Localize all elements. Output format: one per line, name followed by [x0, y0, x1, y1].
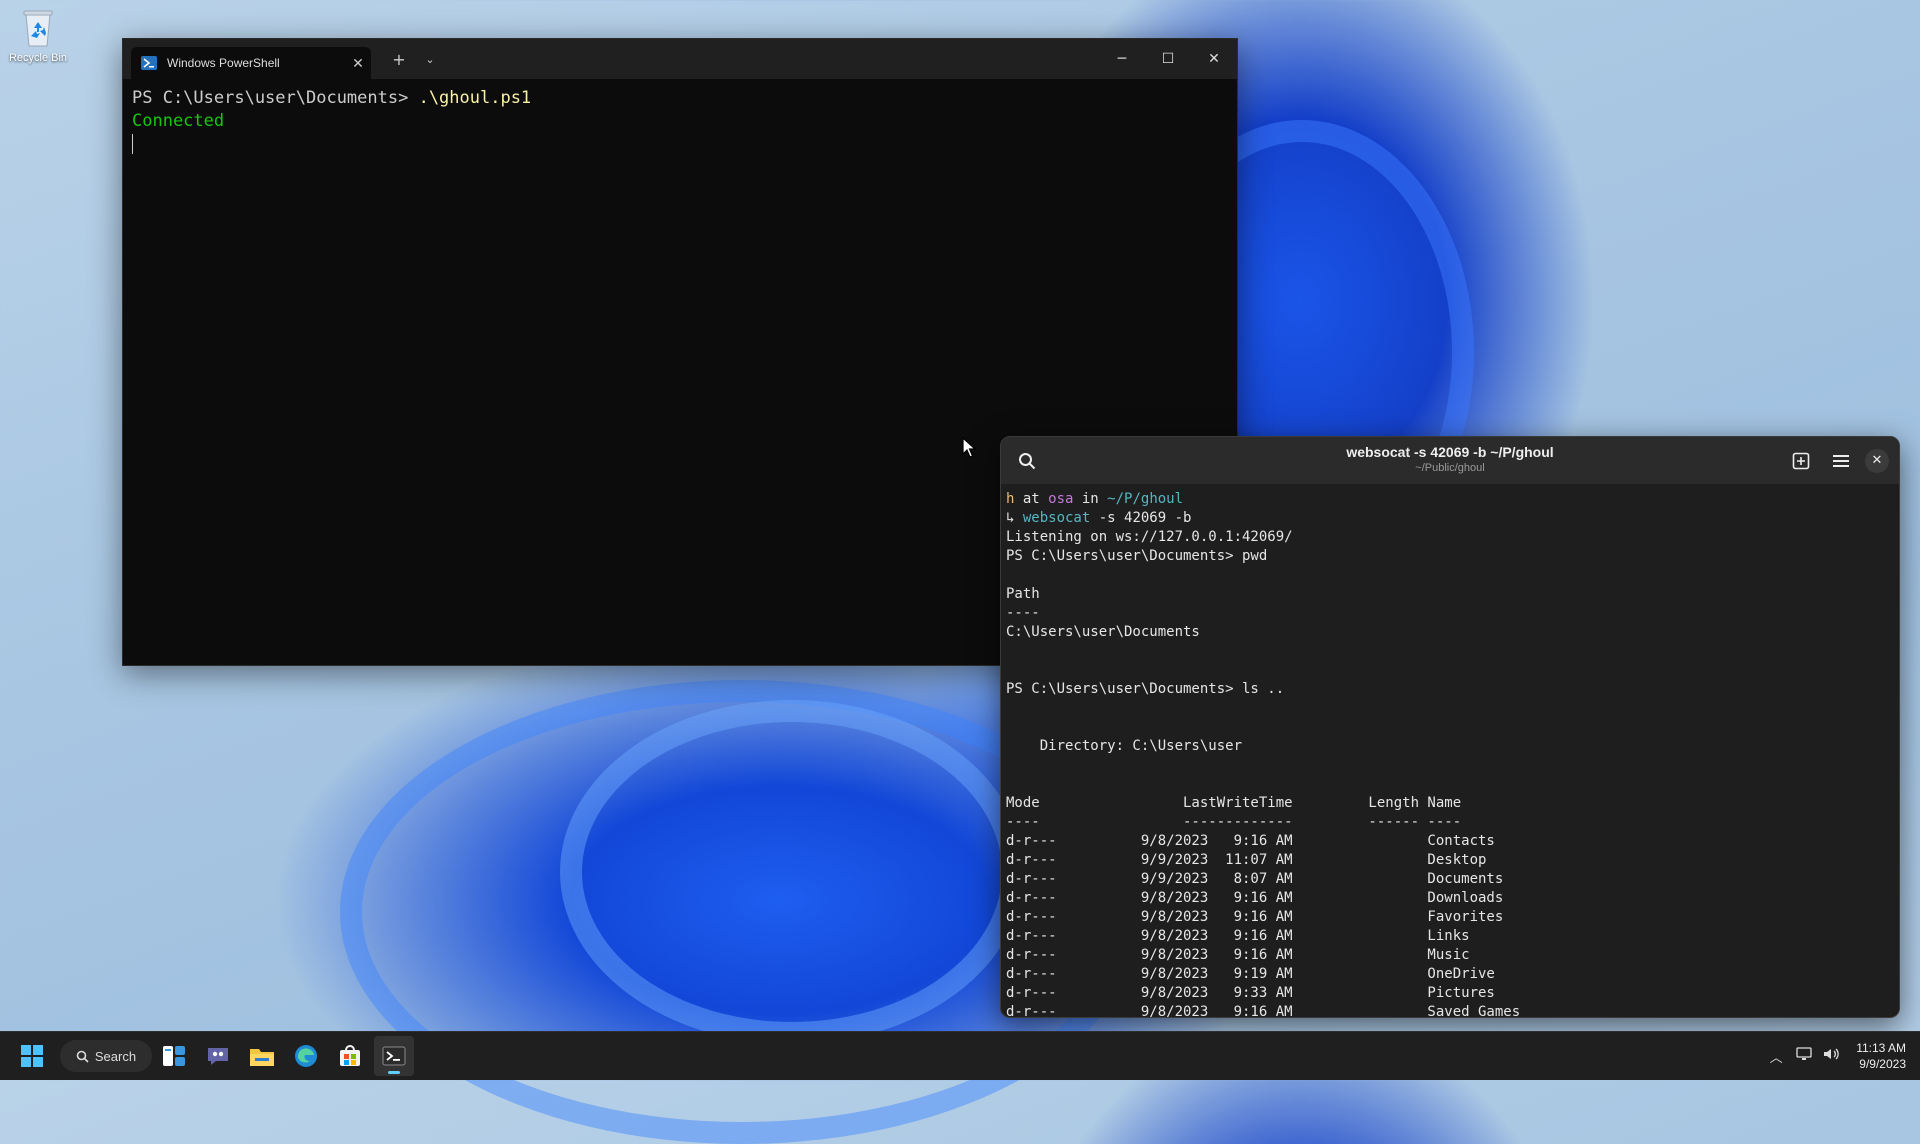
ps-status: Connected	[132, 111, 225, 131]
ps-command: .\ghoul.ps1	[418, 88, 532, 108]
network-icon[interactable]	[1790, 1047, 1818, 1065]
output-line: PS C:\Users\user\Documents> ls ..	[1006, 681, 1285, 697]
powershell-titlebar[interactable]: Windows PowerShell ✕ + ⌄ ─ ☐ ✕	[123, 39, 1237, 79]
output-line: Directory: C:\Users\user	[1006, 738, 1243, 754]
prompt-arrow: ↳	[1006, 510, 1023, 526]
window-title: websocat -s 42069 -b ~/P/ghoul	[1346, 444, 1554, 460]
prompt-dir: ~/P/ghoul	[1107, 491, 1184, 507]
search-label: Search	[94, 1048, 137, 1064]
websocat-terminal-window[interactable]: websocat -s 42069 -b ~/P/ghoul ~/Public/…	[1000, 436, 1900, 1018]
output-line: d-r--- 9/9/2023 11:07 AM Desktop	[1006, 852, 1487, 868]
ps-prompt: PS C:\Users\user\Documents>	[132, 88, 419, 108]
output-line: d-r--- 9/9/2023 8:07 AM Documents	[1006, 871, 1504, 887]
microsoft-store-icon[interactable]	[330, 1036, 370, 1076]
output-line: Listening on ws://127.0.0.1:42069/	[1006, 529, 1293, 545]
output-line: d-r--- 9/8/2023 9:16 AM Saved Games	[1006, 1004, 1521, 1018]
close-icon[interactable]: ✕	[1865, 448, 1889, 473]
clock-date: 9/9/2023	[1859, 1057, 1906, 1071]
websocat-console[interactable]: h at osa in ~/P/ghoul ↳ websocat -s 42069…	[1001, 484, 1899, 1018]
powershell-console[interactable]: PS C:\Users\user\Documents> .\ghoul.ps1 …	[123, 79, 1237, 164]
taskbar-search-button[interactable]: Search	[60, 1040, 152, 1072]
output-line: ---- ------------- ------ ----	[1006, 814, 1462, 830]
file-explorer-icon[interactable]	[242, 1036, 282, 1076]
prompt-host: osa	[1048, 491, 1074, 507]
mouse-pointer-icon	[962, 436, 977, 463]
output-line: d-r--- 9/8/2023 9:16 AM Favorites	[1006, 909, 1504, 925]
clock-time: 11:13 AM	[1856, 1041, 1906, 1055]
chevron-up-icon[interactable]: ︿	[1762, 1047, 1790, 1066]
chat-icon[interactable]	[198, 1036, 238, 1076]
wallpaper-swirl	[560, 700, 1024, 1044]
close-tab-icon[interactable]: ✕	[345, 55, 371, 72]
terminal-taskbar-icon[interactable]	[374, 1036, 414, 1076]
minimize-button[interactable]: ─	[1099, 39, 1145, 79]
search-icon[interactable]	[1007, 441, 1047, 481]
output-line: Path	[1006, 586, 1040, 602]
tab-title: Windows PowerShell	[167, 56, 280, 70]
output-line: d-r--- 9/8/2023 9:33 AM Pictures	[1006, 985, 1495, 1001]
output-line: d-r--- 9/8/2023 9:16 AM Downloads	[1006, 890, 1504, 906]
prompt-at: at	[1014, 491, 1049, 507]
chevron-down-icon[interactable]: ⌄	[417, 53, 443, 66]
output-line: d-r--- 9/8/2023 9:16 AM Music	[1006, 947, 1470, 963]
system-tray: ︿ 11:13 AM 9/9/2023	[1762, 1040, 1906, 1072]
volume-icon[interactable]	[1818, 1047, 1846, 1065]
windows-logo-icon	[21, 1045, 43, 1067]
output-line: d-r--- 9/8/2023 9:16 AM Contacts	[1006, 833, 1495, 849]
websocat-headerbar[interactable]: websocat -s 42069 -b ~/P/ghoul ~/Public/…	[1001, 437, 1899, 484]
hamburger-menu-icon[interactable]	[1821, 443, 1861, 479]
output-line: Mode LastWriteTime Length Name	[1006, 795, 1462, 811]
powershell-icon	[141, 56, 157, 70]
recycle-bin-icon	[20, 8, 56, 48]
command-name: websocat	[1022, 510, 1091, 526]
output-line: PS C:\Users\user\Documents> pwd	[1006, 548, 1268, 564]
taskbar: Search ︿ 11:13 AM 9/9/2023	[0, 1031, 1920, 1080]
new-tab-icon[interactable]	[1781, 443, 1821, 479]
widgets-icon[interactable]	[154, 1036, 194, 1076]
tab-windows-powershell[interactable]: Windows PowerShell ✕	[131, 47, 371, 79]
output-line: d-r--- 9/8/2023 9:16 AM Links	[1006, 928, 1470, 944]
close-button[interactable]: ✕	[1191, 39, 1237, 79]
edge-browser-icon[interactable]	[286, 1036, 326, 1076]
maximize-button[interactable]: ☐	[1145, 39, 1191, 79]
window-subtitle: ~/Public/ghoul	[1415, 462, 1485, 474]
text-cursor	[132, 134, 133, 154]
output-line: ----	[1006, 605, 1040, 621]
new-tab-button[interactable]: +	[381, 50, 417, 69]
output-line: C:\Users\user\Documents	[1006, 624, 1200, 640]
search-icon	[76, 1050, 89, 1063]
recycle-bin-label: Recycle Bin	[8, 52, 68, 64]
recycle-bin-shortcut[interactable]: Recycle Bin	[6, 8, 70, 64]
output-line: d-r--- 9/8/2023 9:19 AM OneDrive	[1006, 966, 1495, 982]
prompt-in: in	[1073, 491, 1108, 507]
command-args: -s 42069 -b	[1090, 510, 1192, 526]
start-button[interactable]	[12, 1036, 52, 1076]
clock[interactable]: 11:13 AM 9/9/2023	[1856, 1040, 1906, 1072]
